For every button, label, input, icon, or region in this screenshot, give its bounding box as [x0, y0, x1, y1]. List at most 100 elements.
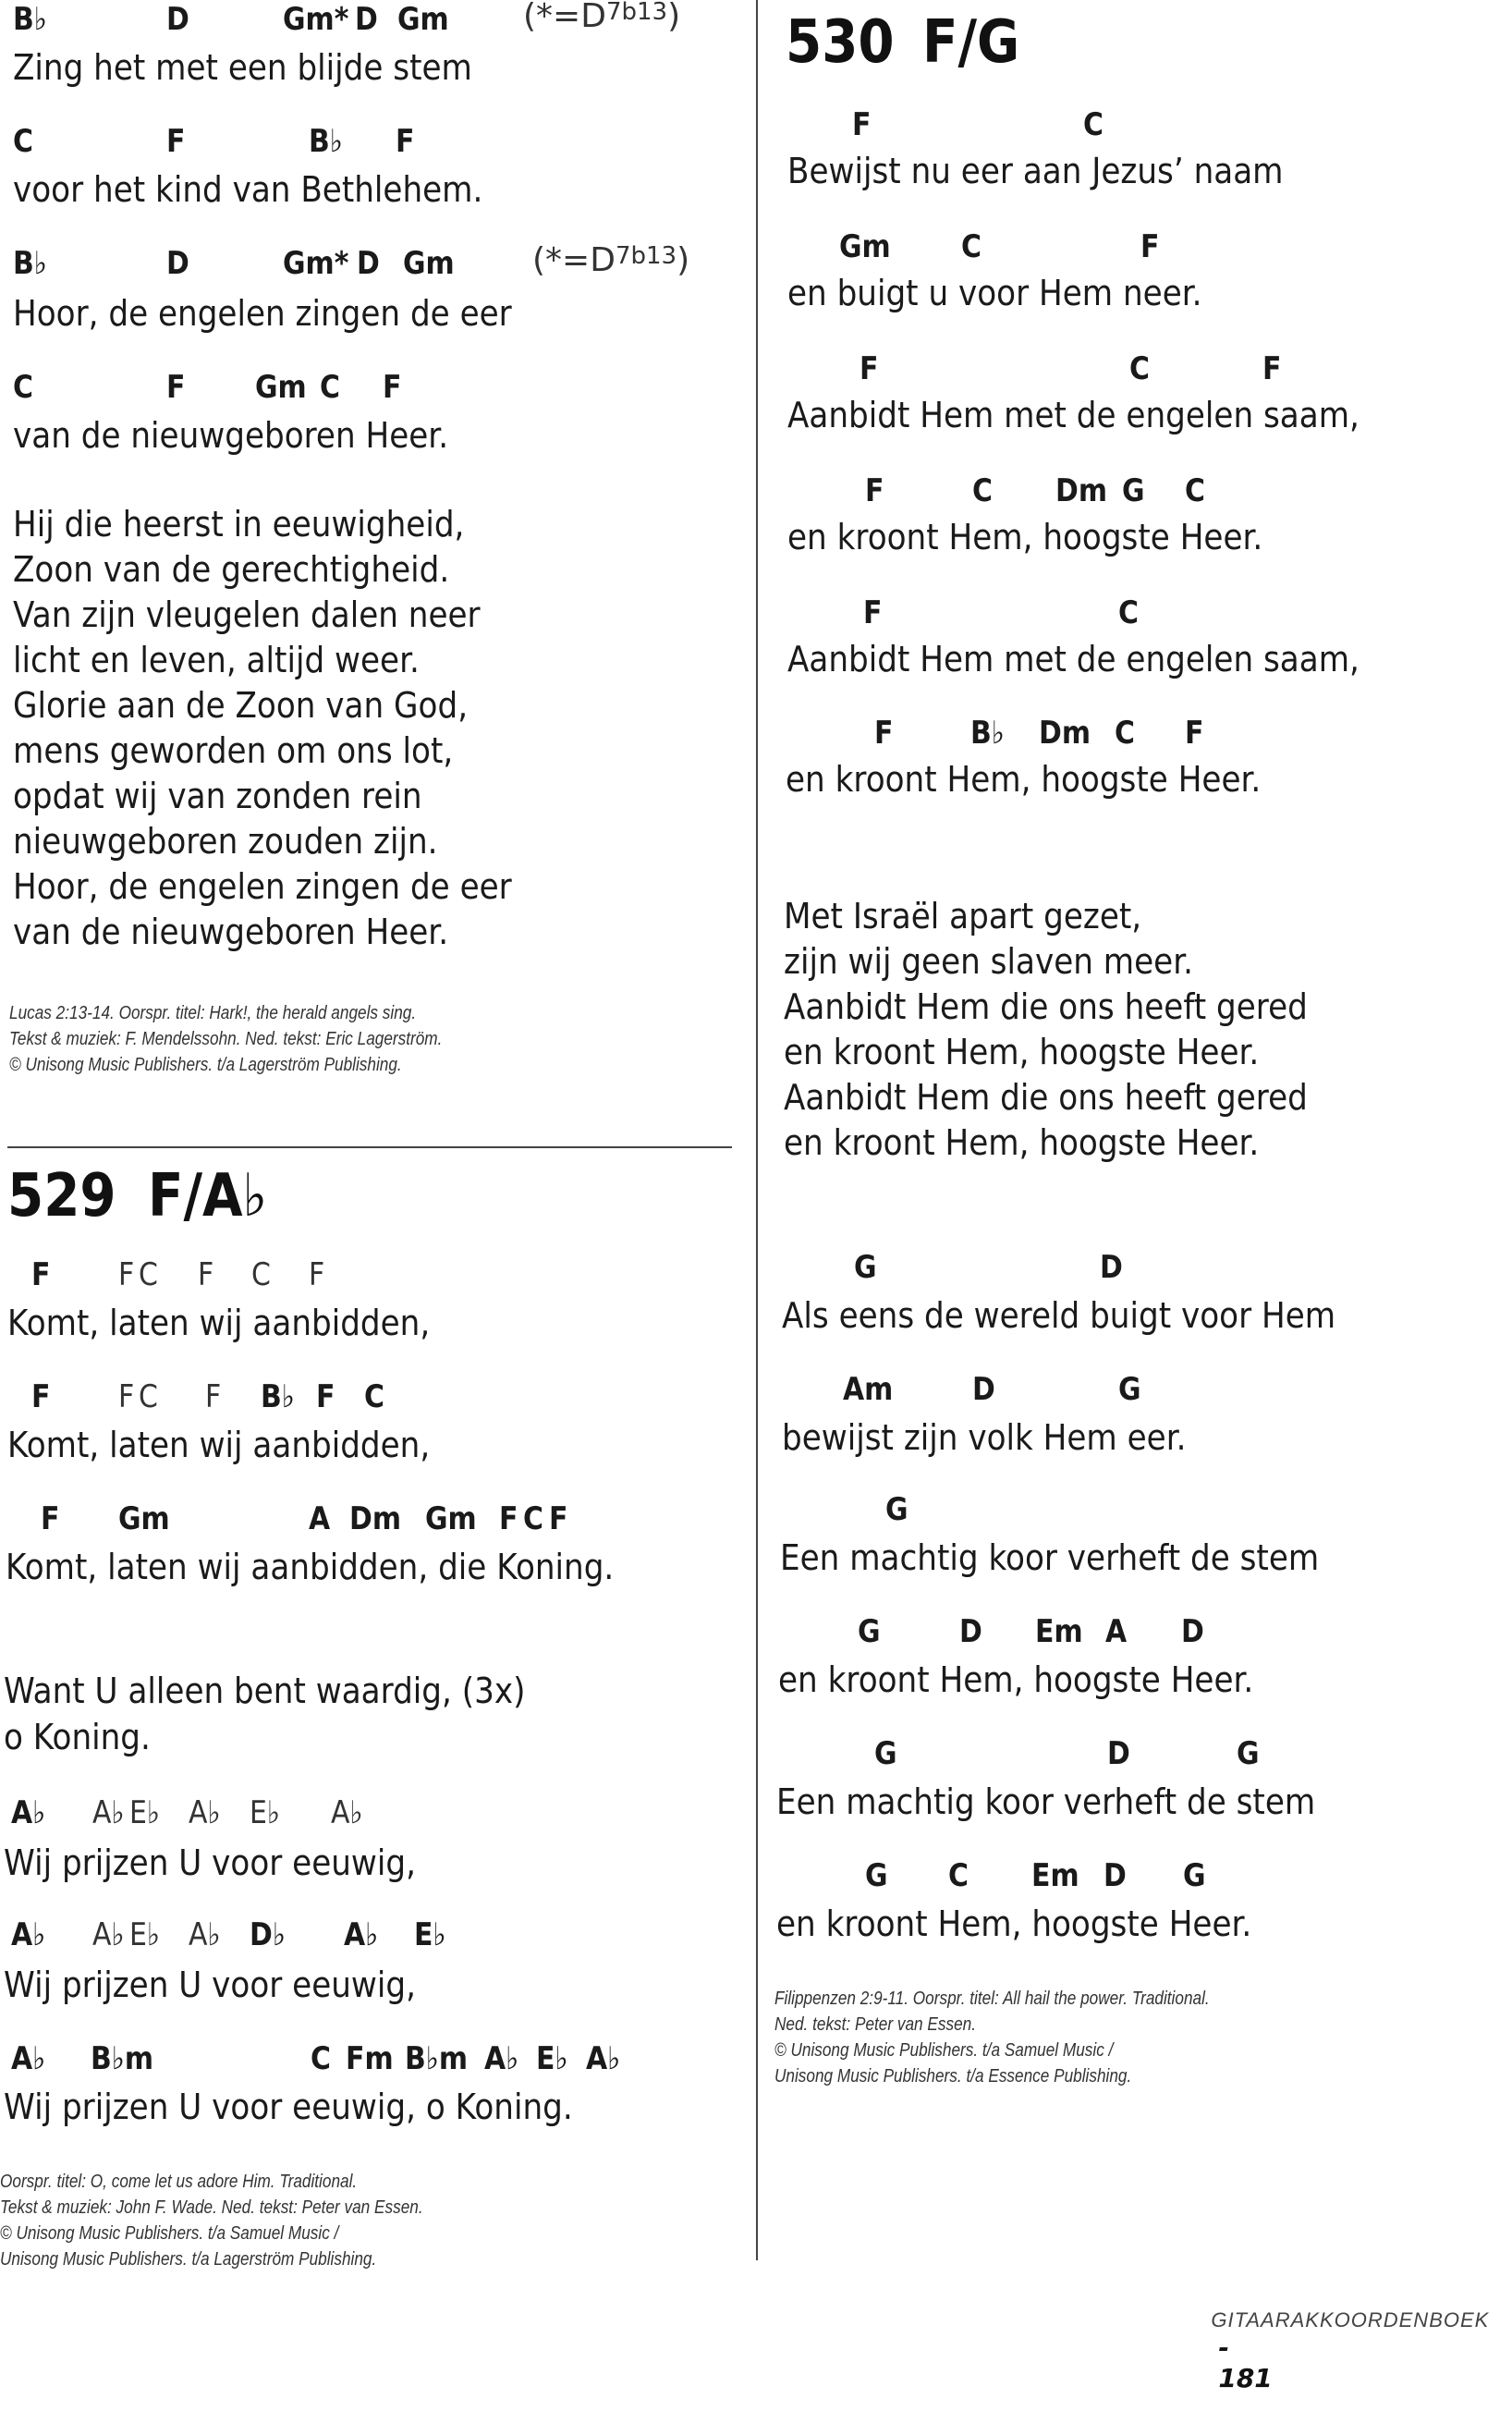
chord: Fm	[346, 2040, 394, 2077]
chord: A♭	[484, 2040, 519, 2077]
chord-line: G D G Een machtig koor verheft de stem	[0, 1738, 1512, 1830]
chord: Gm	[839, 228, 891, 265]
verse-line: zijn wij geen slaven meer.	[784, 941, 1193, 982]
chord: B♭	[13, 1, 47, 38]
chord-line: G Een machtig koor verheft de stem	[0, 1494, 1512, 1586]
verse-line: Hoor, de engelen zingen de eer	[13, 866, 512, 907]
verse-line: van de nieuwgeboren Heer.	[13, 912, 449, 952]
chord: G	[854, 1249, 877, 1286]
chord-line: G D Em A D en kroont Hem, hoogste Heer.	[0, 1616, 1512, 1708]
chord: D	[959, 1613, 982, 1650]
chord: G	[1237, 1735, 1260, 1772]
credit-line: © Unisong Music Publishers. t/a Samuel M…	[774, 2040, 1114, 2061]
chord: D	[1104, 1857, 1127, 1894]
chord-line: G D Als eens de wereld buigt voor Hem	[0, 1252, 1512, 1344]
chord: F	[863, 594, 883, 631]
chord: Am	[843, 1371, 894, 1408]
lyric-line: en kroont Hem, hoogste Heer.	[787, 517, 1263, 557]
credit-line: Lucas 2:13-14. Oorspr. titel: Hark!, the…	[9, 1003, 417, 1023]
chord: D	[355, 1, 378, 38]
chord: C	[1129, 350, 1150, 387]
lyric-line: Als eens de wereld buigt voor Hem	[782, 1295, 1336, 1336]
chord: Em	[1035, 1613, 1083, 1650]
chord: C	[1118, 594, 1139, 631]
chord: Dm	[1039, 715, 1091, 752]
lyric-line: Bewijst nu eer aan Jezus’ naam	[787, 151, 1284, 191]
section-divider	[7, 1146, 732, 1148]
chord: G	[1183, 1857, 1206, 1894]
page-footer: GITAARAKKOORDENBOEK - 181	[1192, 2291, 1489, 2411]
chord-line: F C F Aanbidt Hem met de engelen saam,	[0, 353, 1512, 446]
chord: F	[874, 715, 894, 752]
lyric-line: Wij prijzen U voor eeuwig,	[4, 1964, 416, 2005]
chord-line: A♭ B♭m C Fm B♭m A♭ E♭ A♭ Wij prijzen U v…	[0, 2043, 739, 2136]
lyric-line: en kroont Hem, hoogste Heer.	[776, 1903, 1252, 1944]
lyric-line: en kroont Hem, hoogste Heer.	[786, 759, 1262, 800]
chord: D	[1107, 1735, 1130, 1772]
verse-line: nieuwgeboren zouden zijn.	[13, 821, 438, 862]
lyric-line: Aanbidt Hem met de engelen saam,	[787, 639, 1360, 679]
chord: A♭	[11, 2040, 46, 2077]
chord: F	[1185, 715, 1204, 752]
chord: B♭	[970, 715, 1005, 752]
verse-line: Aanbidt Hem die ons heeft gered	[784, 986, 1308, 1027]
chord: Gm	[397, 1, 449, 38]
chord: G	[885, 1491, 908, 1528]
lyric-line: Aanbidt Hem met de engelen saam,	[787, 395, 1360, 435]
song-number: 529	[7, 1162, 116, 1230]
chord-line: F C Bewijst nu eer aan Jezus’ naam	[0, 109, 1512, 202]
chord: A	[1105, 1613, 1128, 1650]
footer-dash: -	[1218, 2332, 1229, 2363]
lyric-line: en buigt u voor Hem neer.	[787, 273, 1202, 313]
chord: G	[1118, 1371, 1141, 1408]
chord: C	[1115, 715, 1135, 752]
credit-line: Filippenzen 2:9-11. Oorspr. titel: All h…	[774, 1989, 1210, 2009]
chord: F	[1140, 228, 1160, 265]
credit-line: © Unisong Music Publishers. t/a Lagerstr…	[9, 1055, 402, 1075]
chord: C	[948, 1857, 969, 1894]
chord: C	[1083, 106, 1104, 143]
chord: F	[852, 106, 872, 143]
lyric-line: Zing het met een blijde stem	[13, 47, 472, 88]
verse-line: en kroont Hem, hoogste Heer.	[784, 1032, 1260, 1072]
song-key: F/A♭	[148, 1162, 268, 1230]
chord: D	[972, 1371, 995, 1408]
credit-line: Unisong Music Publishers. t/a Essence Pu…	[774, 2066, 1132, 2087]
verse-line: Met Israël apart gezet,	[784, 896, 1142, 936]
verse-line: en kroont Hem, hoogste Heer.	[784, 1122, 1260, 1163]
credit-line: Unisong Music Publishers. t/a Lagerström…	[0, 2249, 377, 2270]
lyric-line: Een machtig koor verheft de stem	[780, 1537, 1320, 1578]
chord: F	[860, 350, 879, 387]
song-number: 530	[786, 8, 895, 77]
credit-line: Ned. tekst: Peter van Essen.	[774, 2014, 976, 2035]
lyric-line: Een machtig koor verheft de stem	[776, 1781, 1316, 1822]
verse-line: Aanbidt Hem die ons heeft gered	[784, 1077, 1308, 1118]
song-key: F/G	[922, 8, 1020, 77]
lyric-line: en kroont Hem, hoogste Heer.	[778, 1659, 1254, 1700]
chord: G	[874, 1735, 897, 1772]
chord: D	[166, 1, 189, 38]
credit-line: Oorspr. titel: O, come let us adore Him.…	[0, 2172, 358, 2192]
chord: D	[1181, 1613, 1204, 1650]
chord-line: F C Dm G C en kroont Hem, hoogste Heer.	[0, 475, 1512, 568]
credit-line: © Unisong Music Publishers. t/a Samuel M…	[0, 2223, 339, 2244]
chord: C	[961, 228, 982, 265]
book-title: GITAARAKKOORDENBOEK	[1211, 2308, 1490, 2331]
chord-line: F C Aanbidt Hem met de engelen saam,	[0, 597, 1512, 690]
chord: G	[1122, 472, 1145, 509]
chord: G	[865, 1857, 888, 1894]
chord-line: G C Em D G en kroont Hem, hoogste Heer.	[0, 1860, 1512, 1952]
chord: Gm*	[283, 1, 349, 38]
chord: Dm	[1055, 472, 1108, 509]
lyric-line: Wij prijzen U voor eeuwig, o Koning.	[4, 2087, 573, 2127]
chord: C	[972, 472, 993, 509]
chord: F	[865, 472, 884, 509]
chord: C	[1185, 472, 1205, 509]
chord: F	[1262, 350, 1282, 387]
chord: B♭m	[405, 2040, 469, 2077]
chord-line: Gm C F en buigt u voor Hem neer.	[0, 231, 1512, 324]
chord: D	[1100, 1249, 1123, 1286]
chord: B♭m	[91, 2040, 154, 2077]
lyric-line: bewijst zijn volk Hem eer.	[782, 1417, 1187, 1458]
chord-line: F B♭ Dm C F en kroont Hem, hoogste Heer.	[0, 717, 1512, 810]
